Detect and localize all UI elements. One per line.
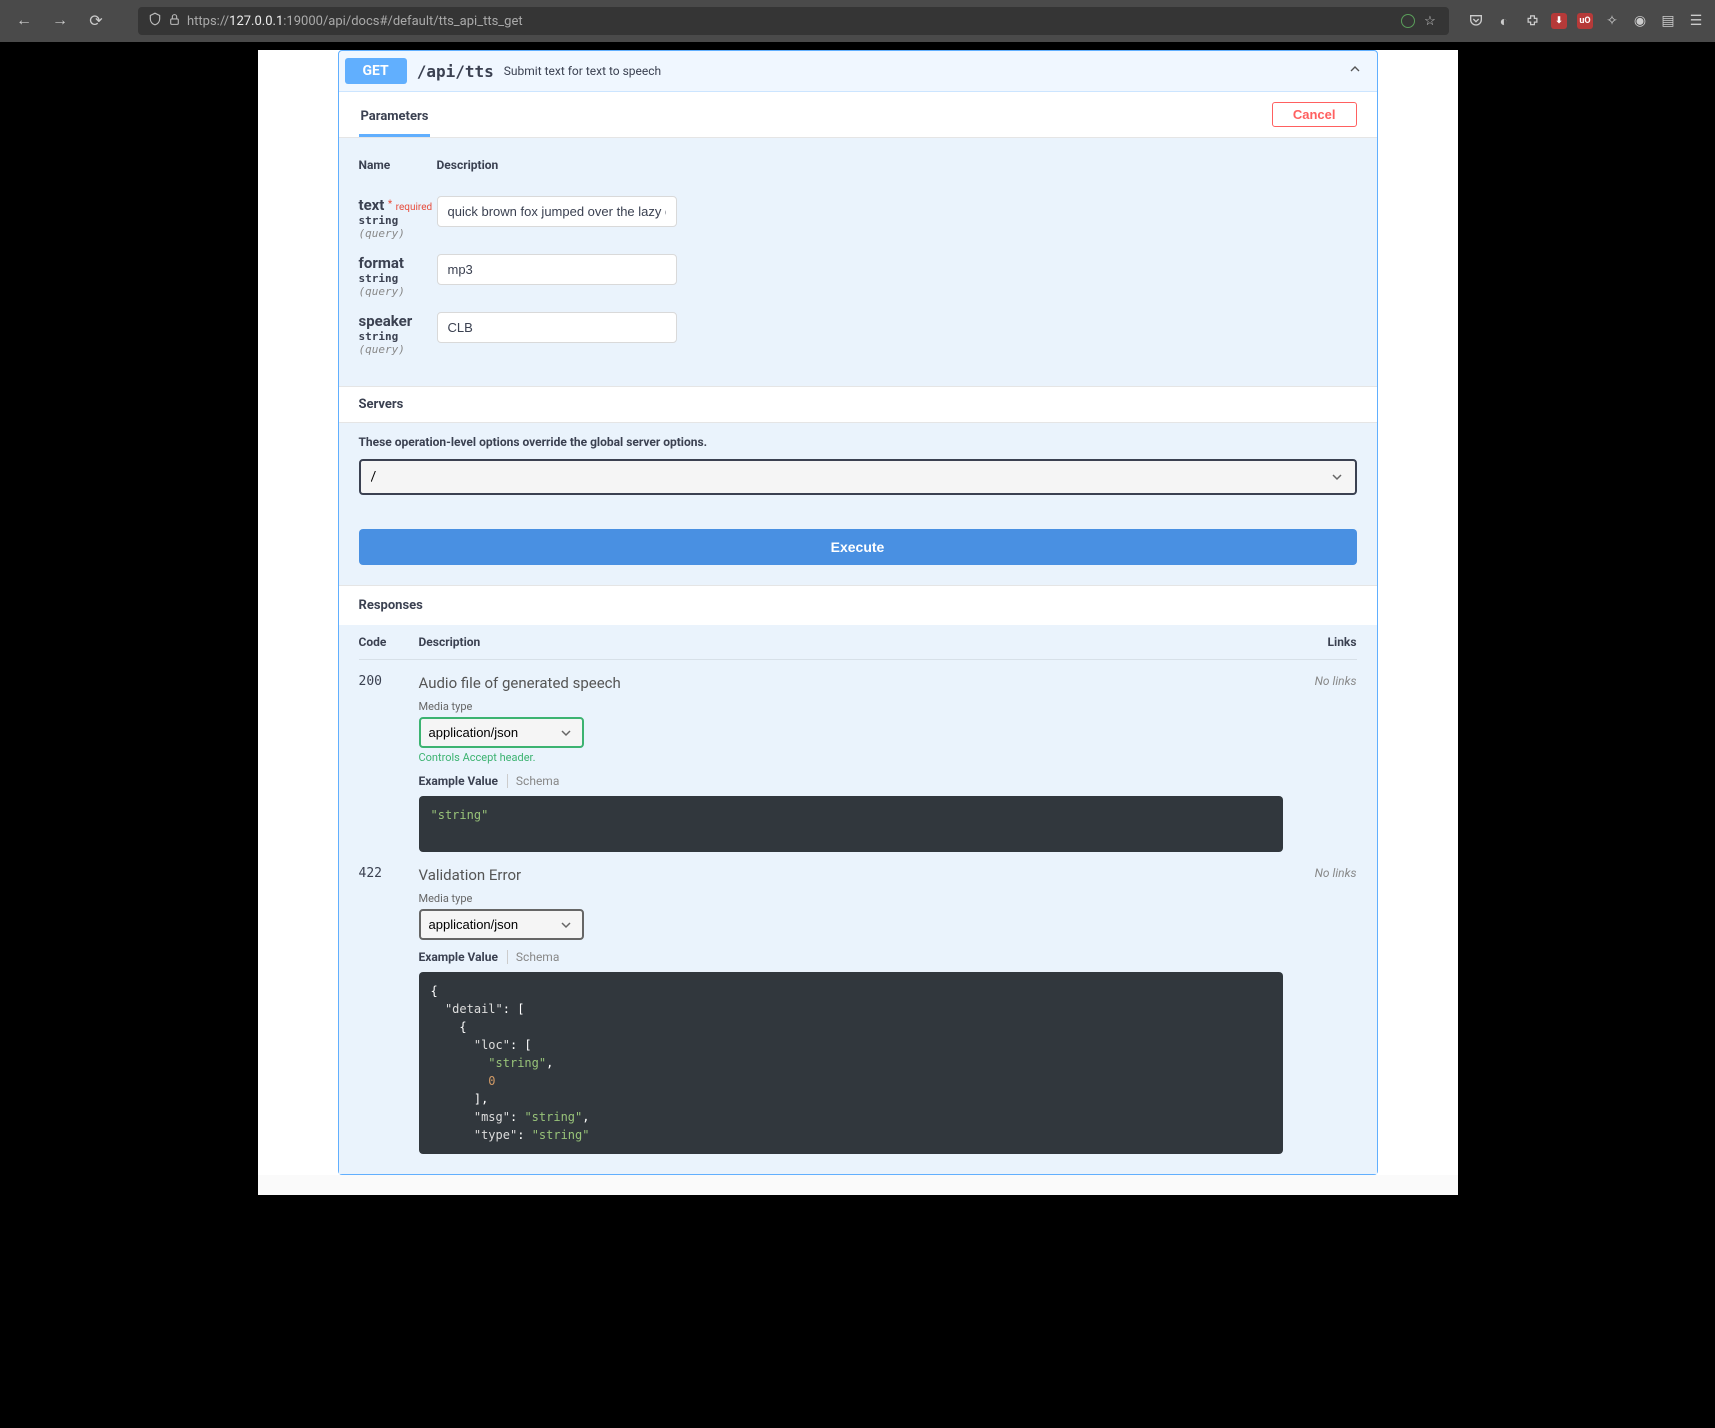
- server-select[interactable]: /: [359, 459, 1357, 495]
- media-type-select[interactable]: application/json: [419, 717, 584, 748]
- badge-icon-1[interactable]: ⬇: [1551, 13, 1567, 29]
- param-in: (query): [359, 343, 437, 356]
- extension-icon-2[interactable]: ✧: [1603, 12, 1621, 30]
- param-name: speaker: [359, 312, 413, 330]
- param-name: text: [359, 196, 385, 214]
- cancel-button[interactable]: Cancel: [1272, 102, 1357, 127]
- browser-toolbar: ← → ⟳ https://127.0.0.1:19000/api/docs#/…: [0, 0, 1715, 42]
- response-row: 422 Validation Error Media type applicat…: [359, 852, 1357, 1154]
- lock-icon: [168, 13, 181, 30]
- chrome-actions: ◐ ⬇ uO ✧ ◉ ▤ ☰: [1467, 12, 1705, 30]
- response-body-code: "string": [419, 796, 1283, 852]
- schema-tab[interactable]: Schema: [507, 950, 559, 964]
- param-type: string: [359, 330, 437, 343]
- method-badge: GET: [345, 58, 407, 84]
- resp-head-links: Links: [1297, 635, 1357, 649]
- extensions-icon[interactable]: [1523, 12, 1541, 30]
- param-type: string: [359, 272, 437, 285]
- servers-body: These operation-level options override t…: [339, 423, 1377, 515]
- forward-button[interactable]: →: [46, 7, 74, 35]
- response-row: 200 Audio file of generated speech Media…: [359, 660, 1357, 852]
- param-head-name: Name: [359, 158, 437, 172]
- responses-header: Responses: [339, 585, 1377, 625]
- param-input-text[interactable]: [437, 196, 677, 227]
- param-row: speaker string (query): [359, 298, 1357, 356]
- back-button[interactable]: ←: [10, 7, 38, 35]
- library-icon[interactable]: ▤: [1659, 12, 1677, 30]
- example-value-tab[interactable]: Example Value: [419, 774, 498, 788]
- extension-icon-3[interactable]: ◉: [1631, 12, 1649, 30]
- response-code: 422: [359, 866, 419, 1154]
- opblock: GET /api/tts Submit text for text to spe…: [338, 50, 1378, 1175]
- ublock-icon[interactable]: uO: [1577, 13, 1593, 29]
- param-row: format string (query): [359, 240, 1357, 298]
- shield-icon: [148, 12, 162, 30]
- param-head-desc: Description: [437, 158, 1357, 172]
- resp-head-code: Code: [359, 635, 419, 649]
- param-input-format[interactable]: [437, 254, 677, 285]
- url-bar[interactable]: https://127.0.0.1:19000/api/docs#/defaul…: [138, 7, 1449, 35]
- media-type-select[interactable]: application/json: [419, 909, 584, 940]
- hamburger-menu-icon[interactable]: ☰: [1687, 12, 1705, 30]
- url-text: https://127.0.0.1:19000/api/docs#/defaul…: [187, 14, 1395, 29]
- servers-note: These operation-level options override t…: [359, 435, 1357, 449]
- media-type-label: Media type: [419, 892, 1283, 905]
- responses-body: Code Description Links 200 Audio file of…: [339, 625, 1377, 1174]
- response-links: No links: [1297, 866, 1357, 1154]
- media-type-label: Media type: [419, 700, 1283, 713]
- site-permissions-icon[interactable]: [1401, 14, 1415, 28]
- response-body-code: { "detail": [ { "loc": [ "string", 0 ], …: [419, 972, 1283, 1154]
- parameters-header: Parameters Cancel: [339, 92, 1377, 138]
- response-code: 200: [359, 674, 419, 852]
- response-title: Validation Error: [419, 866, 1283, 884]
- required-star-icon: *: [388, 199, 392, 210]
- parameters-table: Name Description text * required string …: [339, 138, 1377, 386]
- resp-head-desc: Description: [419, 635, 1297, 649]
- parameters-tab[interactable]: Parameters: [359, 103, 431, 137]
- opblock-summary[interactable]: GET /api/tts Submit text for text to spe…: [339, 51, 1377, 92]
- required-label: required: [396, 202, 432, 213]
- param-name: format: [359, 254, 404, 272]
- param-in: (query): [359, 227, 437, 240]
- execute-button[interactable]: Execute: [359, 529, 1357, 565]
- response-title: Audio file of generated speech: [419, 674, 1283, 692]
- execute-wrap: Execute: [339, 515, 1377, 585]
- endpoint-summary: Submit text for text to speech: [504, 64, 661, 78]
- schema-tab[interactable]: Schema: [507, 774, 559, 788]
- param-in: (query): [359, 285, 437, 298]
- extension-icon-1[interactable]: ◐: [1495, 12, 1513, 30]
- example-value-tab[interactable]: Example Value: [419, 950, 498, 964]
- reload-button[interactable]: ⟳: [82, 7, 110, 35]
- param-type: string: [359, 214, 437, 227]
- servers-header: Servers: [339, 386, 1377, 423]
- param-row: text * required string (query): [359, 182, 1357, 240]
- bookmark-star-icon[interactable]: ☆: [1421, 12, 1439, 30]
- chevron-up-icon[interactable]: [1339, 57, 1371, 85]
- endpoint-path: /api/tts: [417, 62, 494, 81]
- pocket-icon[interactable]: [1467, 12, 1485, 30]
- accept-note: Controls Accept header.: [419, 751, 1283, 764]
- param-input-speaker[interactable]: [437, 312, 677, 343]
- response-links: No links: [1297, 674, 1357, 852]
